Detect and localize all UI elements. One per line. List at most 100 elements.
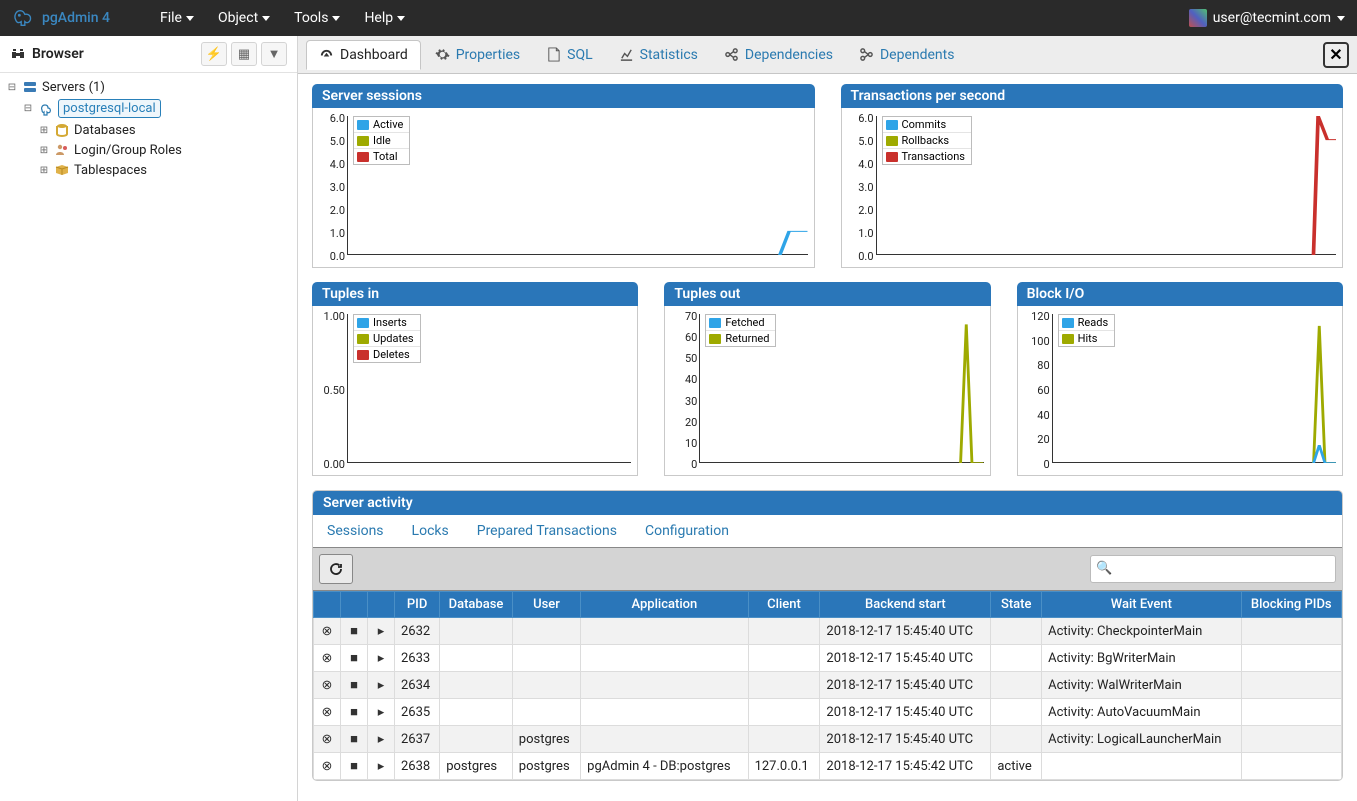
table-row[interactable]: ⊗■▸26342018-12-17 15:45:40 UTCActivity: … [314, 672, 1342, 699]
expand-icon[interactable]: ▸ [374, 705, 388, 720]
expand-icon[interactable]: ▸ [374, 624, 388, 639]
tree-servers[interactable]: Servers (1) [42, 80, 105, 95]
cell: postgres [512, 753, 580, 780]
tree-toggle[interactable]: ⊞ [38, 144, 50, 156]
cell: 2634 [395, 672, 440, 699]
activity-search: 🔍 [1090, 555, 1336, 583]
column-header[interactable] [368, 592, 395, 618]
table-row[interactable]: ⊗■▸2637postgres2018-12-17 15:45:40 UTCAc… [314, 726, 1342, 753]
stop-icon[interactable]: ■ [347, 650, 361, 666]
tree-toggle[interactable]: ⊟ [22, 103, 34, 115]
tree-roles[interactable]: Login/Group Roles [74, 143, 182, 158]
tree-toggle[interactable]: ⊟ [6, 81, 18, 93]
menu-help[interactable]: Help [354, 6, 415, 30]
expand-icon[interactable]: ▸ [374, 759, 388, 774]
column-header[interactable]: PID [395, 592, 440, 618]
tab-properties[interactable]: Properties [423, 41, 532, 69]
column-header[interactable]: Wait Event [1042, 592, 1241, 618]
cancel-icon[interactable]: ⊗ [320, 705, 334, 720]
menu-tools[interactable]: Tools [284, 6, 350, 30]
dashboard-icon [319, 48, 334, 63]
cancel-icon[interactable]: ⊗ [320, 624, 334, 639]
user-avatar-icon [1189, 9, 1207, 27]
database-icon [54, 122, 70, 138]
table-row[interactable]: ⊗■▸26352018-12-17 15:45:40 UTCActivity: … [314, 699, 1342, 726]
cancel-icon[interactable]: ⊗ [320, 732, 334, 747]
stop-icon[interactable]: ■ [347, 623, 361, 639]
activity-tab-prepared[interactable]: Prepared Transactions [477, 523, 617, 539]
column-header[interactable]: Backend start [820, 592, 991, 618]
cell: 2632 [395, 618, 440, 645]
column-header[interactable]: Database [440, 592, 513, 618]
server-sessions-chart: 6.05.04.03.02.01.00.0 Active Idle Total [312, 108, 815, 268]
activity-tab-config[interactable]: Configuration [645, 523, 729, 539]
cell [512, 699, 580, 726]
sidebar-tool-filter[interactable]: ▼ [261, 42, 287, 66]
menu-object[interactable]: Object [208, 6, 280, 30]
search-input[interactable] [1090, 555, 1336, 583]
chart-icon [619, 47, 634, 62]
stop-icon[interactable]: ■ [347, 677, 361, 693]
column-header[interactable]: Blocking PIDs [1241, 592, 1341, 618]
y-axis-labels: 120100806040200 [1022, 310, 1050, 471]
cell [991, 645, 1042, 672]
panel-title: Server sessions [312, 84, 815, 108]
expand-icon[interactable]: ▸ [374, 732, 388, 747]
brand-text: pgAdmin 4 [42, 10, 110, 26]
column-header[interactable]: State [991, 592, 1042, 618]
tree-databases[interactable]: Databases [74, 123, 136, 138]
sidebar-tool-grid[interactable]: ▦ [231, 42, 257, 66]
tab-dependencies[interactable]: Dependencies [712, 41, 845, 69]
column-header[interactable]: User [512, 592, 580, 618]
cancel-icon[interactable]: ⊗ [320, 678, 334, 693]
cell [748, 672, 820, 699]
deps-icon [724, 47, 739, 62]
cell: active [991, 753, 1042, 780]
y-axis-labels: 6.05.04.03.02.01.00.0 [846, 112, 874, 263]
tree-toggle[interactable]: ⊞ [38, 164, 50, 176]
cell [581, 618, 748, 645]
stop-icon[interactable]: ■ [347, 704, 361, 720]
activity-tab-locks[interactable]: Locks [412, 523, 449, 539]
cell [440, 618, 513, 645]
cell: 2018-12-17 15:45:40 UTC [820, 645, 991, 672]
stop-icon[interactable]: ■ [347, 758, 361, 774]
cancel-icon[interactable]: ⊗ [320, 759, 334, 774]
table-row[interactable]: ⊗■▸26322018-12-17 15:45:40 UTCActivity: … [314, 618, 1342, 645]
tree-tablespaces[interactable]: Tablespaces [74, 163, 147, 178]
column-header[interactable] [341, 592, 368, 618]
cell [581, 699, 748, 726]
expand-icon[interactable]: ▸ [374, 651, 388, 666]
cancel-icon[interactable]: ⊗ [320, 651, 334, 666]
sidebar-tool-refresh[interactable]: ⚡ [201, 42, 227, 66]
tree-server-node[interactable]: postgresql-local [58, 99, 161, 118]
cell: Activity: AutoVacuumMain [1042, 699, 1241, 726]
cell [581, 726, 748, 753]
expand-icon[interactable]: ▸ [374, 678, 388, 693]
refresh-button[interactable] [319, 554, 353, 584]
close-button[interactable]: ✕ [1323, 42, 1349, 68]
stop-icon[interactable]: ■ [347, 731, 361, 747]
column-header[interactable]: Application [581, 592, 748, 618]
cell [1241, 645, 1341, 672]
cell: Activity: BgWriterMain [1042, 645, 1241, 672]
cell: 127.0.0.1 [748, 753, 820, 780]
tab-sql[interactable]: SQL [534, 41, 604, 69]
user-menu[interactable]: user@tecmint.com [1189, 9, 1345, 27]
topbar: pgAdmin 4 File Object Tools Help user@te… [0, 0, 1357, 36]
table-row[interactable]: ⊗■▸26332018-12-17 15:45:40 UTCActivity: … [314, 645, 1342, 672]
cell [440, 726, 513, 753]
table-row[interactable]: ⊗■▸2638postgrespostgrespgAdmin 4 - DB:po… [314, 753, 1342, 780]
column-header[interactable]: Client [748, 592, 820, 618]
tab-statistics[interactable]: Statistics [607, 41, 710, 69]
cell: 2018-12-17 15:45:40 UTC [820, 672, 991, 699]
tab-dependents[interactable]: Dependents [847, 41, 966, 69]
block-io-chart: 120100806040200 Reads Hits [1017, 306, 1343, 476]
tree-toggle[interactable]: ⊞ [38, 124, 50, 136]
menu-file[interactable]: File [150, 6, 204, 30]
tab-dashboard[interactable]: Dashboard [306, 40, 421, 70]
cell: 2637 [395, 726, 440, 753]
cell [581, 672, 748, 699]
activity-tab-sessions[interactable]: Sessions [327, 523, 384, 539]
column-header[interactable] [314, 592, 341, 618]
